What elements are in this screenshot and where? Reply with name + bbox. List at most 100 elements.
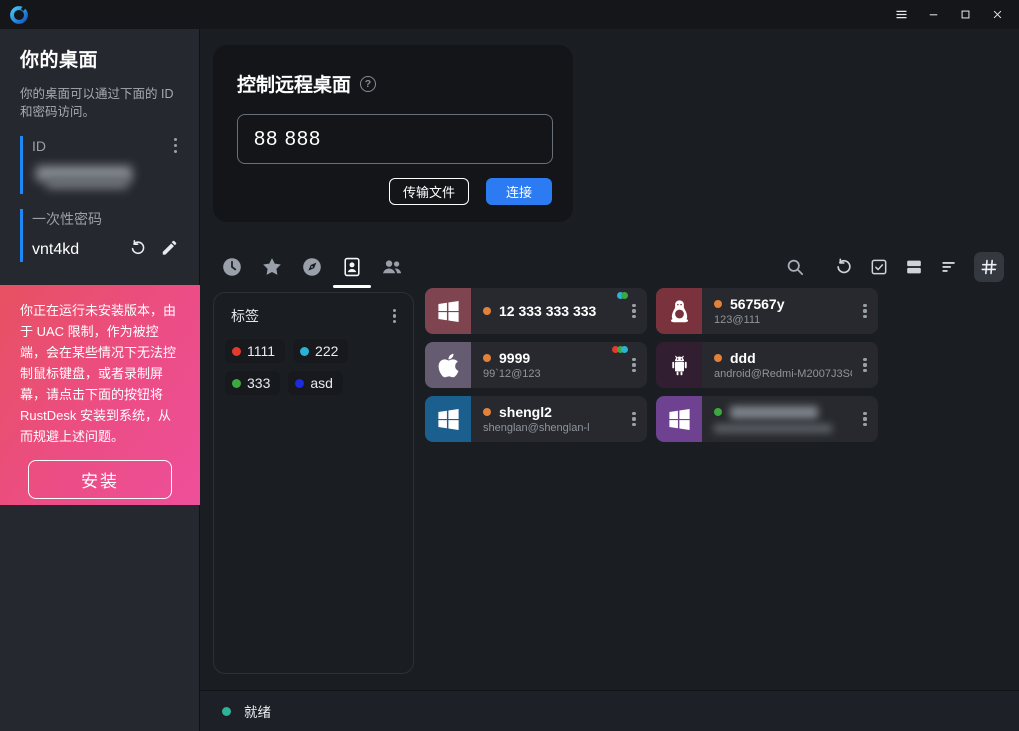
- peer-menu-icon[interactable]: [852, 342, 878, 388]
- windows-logo-icon: [435, 406, 462, 433]
- android-logo-icon: [666, 352, 693, 379]
- status-dot: [714, 300, 722, 308]
- peer-card[interactable]: 567567y 123@111: [656, 288, 878, 334]
- tag-color-dot: [232, 347, 241, 356]
- peer-tabs: [220, 253, 404, 281]
- apple-logo-icon: [435, 352, 462, 379]
- peer-menu-icon[interactable]: [852, 288, 878, 334]
- address-book-icon: [341, 256, 363, 278]
- peer-name: ddd: [730, 350, 756, 366]
- window-controls: [885, 2, 1013, 28]
- tag-chip[interactable]: 1111: [225, 339, 285, 363]
- tag-label: 333: [247, 375, 270, 391]
- grid-view-icon[interactable]: [974, 252, 1004, 282]
- peer-card[interactable]: 12 333 333 333: [425, 288, 647, 334]
- tags-panel: 标签 1111 222 333 asd: [213, 292, 414, 674]
- minimize-icon[interactable]: [917, 2, 949, 28]
- peer-subtitle: 123@111: [714, 314, 852, 326]
- sidebar-description: 你的桌面可以通过下面的 ID 和密码访问。: [20, 85, 182, 121]
- card-view-icon[interactable]: [904, 257, 924, 277]
- tag-chip[interactable]: 222: [293, 339, 348, 363]
- regenerate-password-icon[interactable]: [129, 238, 148, 262]
- status-dot: [483, 354, 491, 362]
- tab-favorites[interactable]: [260, 253, 284, 281]
- peer-tag-dots: [619, 292, 628, 299]
- tag-label: asd: [310, 375, 333, 391]
- peer-name-redacted: [730, 406, 818, 419]
- tag-color-dot: [300, 347, 309, 356]
- peer-name: shengl2: [499, 404, 552, 420]
- tab-toolbar-row: [220, 249, 1004, 285]
- id-menu-icon[interactable]: [170, 136, 181, 155]
- titlebar: [0, 0, 1019, 29]
- rustdesk-window: 你的桌面 你的桌面可以通过下面的 ID 和密码访问。 ID 一次性密码 vnt4…: [0, 0, 1019, 731]
- peer-card[interactable]: ddd android@Redmi-M2007J3SC: [656, 342, 878, 388]
- control-remote-desktop-card: 控制远程桌面 ? 传输文件 连接: [213, 45, 573, 222]
- one-time-password-value: vnt4kd: [32, 241, 79, 259]
- password-section: 一次性密码 vnt4kd: [20, 209, 181, 262]
- connection-status-text: 就绪: [244, 701, 271, 721]
- status-dot: [714, 408, 722, 416]
- tag-color-dot: [295, 379, 304, 388]
- peer-grid: 12 333 333 333 567567y: [425, 288, 880, 442]
- id-section: ID: [20, 136, 181, 194]
- peer-menu-icon[interactable]: [621, 396, 647, 442]
- tag-chip[interactable]: 333: [225, 371, 280, 395]
- sort-icon[interactable]: [939, 257, 959, 277]
- peer-name: 9999: [499, 350, 530, 366]
- star-icon: [261, 256, 283, 278]
- peer-toolbar: [785, 252, 1004, 282]
- peer-subtitle: shenglan@shenglan-l: [483, 422, 621, 434]
- peer-card[interactable]: 9999 99`12@123: [425, 342, 647, 388]
- edit-password-icon[interactable]: [160, 238, 179, 262]
- close-icon[interactable]: [981, 2, 1013, 28]
- status-dot: [483, 408, 491, 416]
- select-checkbox-icon[interactable]: [869, 257, 889, 277]
- peer-subtitle: android@Redmi-M2007J3SC: [714, 368, 852, 380]
- tags-title: 标签: [231, 306, 259, 326]
- main-area: 控制远程桌面 ? 传输文件 连接: [200, 29, 1019, 731]
- linux-logo-icon: [666, 298, 693, 325]
- remote-id-input[interactable]: [237, 114, 553, 164]
- connect-button[interactable]: 连接: [486, 178, 552, 205]
- people-icon: [381, 256, 403, 278]
- peer-tag-dots: [615, 346, 629, 353]
- tag-label: 222: [315, 343, 338, 359]
- maximize-icon[interactable]: [949, 2, 981, 28]
- tab-recent-sessions[interactable]: [220, 253, 244, 281]
- peer-name: 12 333 333 333: [499, 303, 596, 319]
- tab-discovered[interactable]: [300, 253, 324, 281]
- peer-menu-icon[interactable]: [852, 396, 878, 442]
- status-dot: [714, 354, 722, 362]
- peer-card[interactable]: shengl2 shenglan@shenglan-l: [425, 396, 647, 442]
- install-warning-text: 你正在运行未安装版本，由于 UAC 限制，作为被控端，会在某些情况下无法控制鼠标…: [20, 300, 180, 447]
- connect-card-title: 控制远程桌面: [237, 70, 351, 97]
- windows-logo-icon: [435, 298, 462, 325]
- sidebar-title: 你的桌面: [20, 45, 181, 72]
- rustdesk-logo-icon: [8, 4, 30, 26]
- one-time-password-label: 一次性密码: [32, 209, 102, 229]
- install-button[interactable]: 安装: [28, 460, 172, 499]
- tag-label: 1111: [247, 343, 275, 359]
- app-menu-icon[interactable]: [885, 2, 917, 28]
- id-label: ID: [32, 138, 46, 154]
- sidebar: 你的桌面 你的桌面可以通过下面的 ID 和密码访问。 ID 一次性密码 vnt4…: [0, 29, 200, 731]
- peer-subtitle-redacted: [714, 424, 832, 433]
- windows-logo-icon: [666, 406, 693, 433]
- help-icon[interactable]: ?: [360, 76, 376, 92]
- tags-menu-icon[interactable]: [389, 307, 400, 326]
- clock-icon: [221, 256, 243, 278]
- peer-card[interactable]: [656, 396, 878, 442]
- statusbar: 就绪: [200, 690, 1019, 731]
- tab-address-book[interactable]: [340, 253, 364, 281]
- tab-group[interactable]: [380, 253, 404, 281]
- tag-color-dot: [232, 379, 241, 388]
- peer-name: 567567y: [730, 296, 785, 312]
- connection-status-dot: [222, 707, 231, 716]
- transfer-file-button[interactable]: 传输文件: [389, 178, 469, 205]
- search-icon[interactable]: [785, 257, 805, 277]
- refresh-icon[interactable]: [834, 257, 854, 277]
- tag-chip[interactable]: asd: [288, 371, 343, 395]
- compass-icon: [301, 256, 323, 278]
- install-warning-banner: 你正在运行未安装版本，由于 UAC 限制，作为被控端，会在某些情况下无法控制鼠标…: [0, 285, 200, 505]
